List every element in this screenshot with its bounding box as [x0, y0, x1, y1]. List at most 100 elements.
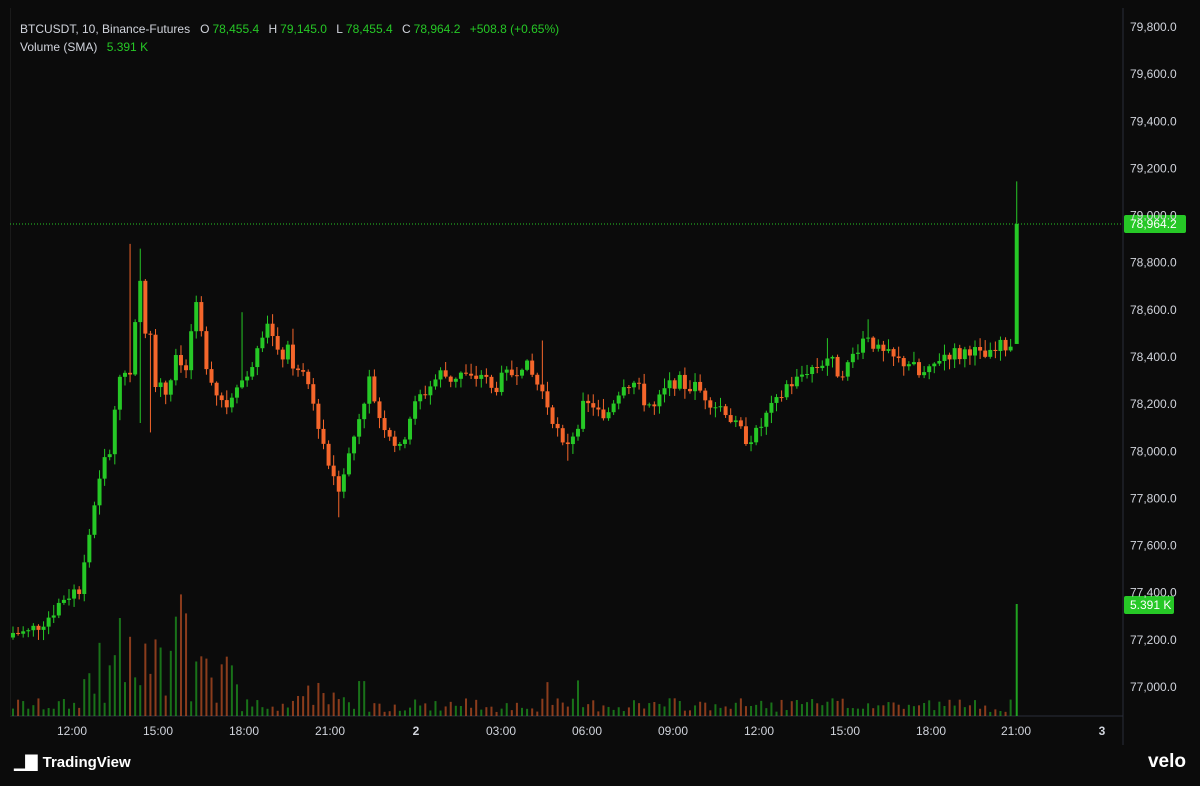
volume-bar: [836, 700, 839, 716]
volume-bar: [398, 710, 401, 716]
candle-body: [275, 336, 280, 350]
candle-body: [667, 380, 672, 389]
volume-bar: [174, 616, 177, 716]
price-tick-label: 77,600.0: [1130, 539, 1177, 553]
candle-body: [738, 420, 743, 427]
volume-bar: [897, 704, 900, 716]
volume-bar: [291, 700, 294, 716]
volume-bar: [225, 656, 228, 716]
volume-bar: [373, 703, 376, 716]
time-tick-label: 06:00: [572, 724, 602, 738]
candle-body: [881, 344, 886, 351]
volume-bar: [999, 711, 1002, 716]
candle-body: [326, 443, 331, 466]
candle-body: [896, 356, 901, 359]
volume-bar: [531, 708, 534, 716]
candle-body: [698, 381, 703, 391]
price-tick-label: 79,000.0: [1130, 209, 1177, 223]
volume-bar: [12, 708, 14, 716]
volume-bar: [587, 704, 590, 716]
time-tick-label: 15:00: [143, 724, 173, 738]
candle-body: [855, 352, 860, 354]
candle-body: [448, 376, 453, 382]
change-value: +508.8 (+0.65%): [469, 22, 560, 36]
volume-bar: [220, 664, 223, 716]
candle-body: [570, 436, 575, 445]
candle-body: [377, 401, 382, 419]
candle-body: [799, 374, 804, 377]
time-tick-label: 03:00: [486, 724, 516, 738]
volume-bar: [526, 708, 529, 716]
candle-body: [657, 394, 662, 407]
tradingview-brand[interactable]: ▁▇ TradingView: [14, 752, 131, 772]
volume-bar: [597, 711, 600, 716]
volume-indicator-label[interactable]: Volume (SMA): [20, 40, 97, 54]
volume-bar: [867, 703, 870, 716]
volume-bar: [235, 684, 238, 716]
candle-body: [764, 412, 769, 427]
volume-indicator-value: 5.391 K: [106, 40, 149, 54]
candle-body: [464, 372, 469, 374]
volume-bar: [739, 698, 742, 716]
volume-bar: [816, 703, 819, 716]
volume-bar: [73, 702, 76, 716]
volume-bar: [149, 673, 152, 716]
price-tick-label: 79,200.0: [1130, 161, 1177, 175]
volume-bar: [612, 709, 615, 716]
candle-body: [66, 598, 71, 600]
volume-bar: [694, 705, 697, 716]
volume-bar: [582, 707, 585, 716]
volume-bar: [841, 698, 844, 716]
candlestick-chart[interactable]: 78,964.2 5.391 K 77,000.0 77,200.0 77,400.0…: [0, 0, 1200, 781]
symbol-label[interactable]: BTCUSDT, 10, Binance-Futures: [20, 22, 190, 36]
candle-body: [937, 360, 942, 364]
volume-bar: [765, 708, 768, 716]
candle-body: [703, 390, 708, 401]
volume-bar: [459, 705, 462, 716]
chart-area[interactable]: 78,964.2 5.391 K 77,000.0 77,200.0 77,400.0…: [0, 0, 1200, 781]
volume-bar: [103, 702, 106, 716]
volume-bar: [607, 706, 610, 716]
volume-bar: [632, 700, 635, 716]
volume-bar: [465, 698, 468, 716]
volume-bar: [490, 706, 493, 716]
volume-bar: [683, 710, 686, 716]
candle-body: [413, 401, 418, 419]
price-tick-label: 78,800.0: [1130, 256, 1177, 270]
time-tick-label: 2: [413, 724, 420, 738]
candle-body: [229, 397, 234, 408]
candle-body: [932, 363, 937, 367]
volume-bar: [454, 705, 457, 716]
candle-body: [107, 454, 112, 458]
volume-bar: [617, 707, 620, 716]
volume-bar: [337, 699, 340, 716]
volume-bar: [968, 705, 971, 716]
volume-bar: [943, 705, 946, 716]
candle-body: [36, 625, 41, 630]
high-key: H: [268, 22, 278, 36]
volume-bar: [887, 702, 890, 716]
volume-row: Volume (SMA) 5.391 K: [20, 38, 565, 56]
candle-body: [637, 382, 642, 384]
volume-bar: [785, 710, 788, 716]
price-tick-label: 77,000.0: [1130, 680, 1177, 694]
volume-bar: [551, 704, 554, 716]
candle-body: [784, 384, 789, 398]
volume-bar: [475, 699, 478, 716]
candle-body: [21, 631, 26, 634]
volume-bar: [424, 703, 427, 716]
volume-bar: [88, 673, 91, 716]
price-tick-label: 77,400.0: [1130, 586, 1177, 600]
candle-body: [474, 375, 479, 379]
candle-body: [662, 388, 667, 395]
volume-bar: [770, 702, 773, 716]
volume-bar: [67, 708, 70, 716]
volume-bar: [98, 642, 101, 716]
candle-body: [122, 372, 127, 377]
volume-bar: [714, 704, 717, 716]
volume-bar: [622, 711, 625, 716]
candle-body: [779, 397, 784, 399]
volume-bar: [185, 613, 188, 716]
candle-body: [397, 443, 402, 446]
volume-bar: [281, 703, 284, 716]
